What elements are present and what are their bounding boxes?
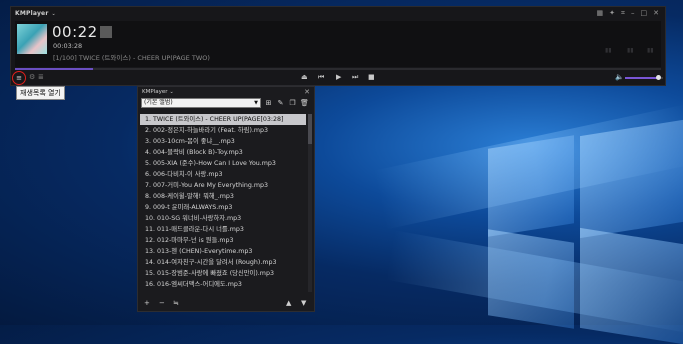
playlist-brand: KMPlayer — [142, 89, 168, 95]
playlist-item[interactable]: 7. 007-거미-You Are My Everything.mp3 — [140, 180, 306, 191]
tooltip: 재생목록 열기 — [16, 86, 65, 100]
eject-icon[interactable]: ⏏ — [301, 73, 308, 81]
app-brand: KMPlayer — [15, 10, 49, 17]
move-up-icon[interactable]: ▲ — [286, 299, 291, 307]
ghost-icon: ▮▮ — [605, 47, 612, 54]
playlist-item[interactable]: 16. 016-엠씨더맥스-어디에도.mp3 — [140, 279, 306, 290]
playlist-open-button[interactable]: ≡ — [12, 71, 26, 85]
volume-knob[interactable] — [656, 75, 661, 80]
add-icon[interactable]: + — [144, 299, 150, 307]
previous-icon[interactable]: ⏮ — [318, 73, 324, 82]
playlist-item[interactable]: 3. 003-10cm-봄이 좋냐__.mp3 — [140, 136, 306, 147]
playlist-item[interactable]: 15. 015-장범준-사랑에 빠졌죠 (당신만이).mp3 — [140, 268, 306, 279]
scrollbar-thumb[interactable] — [308, 114, 312, 144]
ghost-icon: ▮▮ — [647, 47, 654, 54]
close-icon[interactable]: ✕ — [304, 88, 314, 96]
seek-bar[interactable] — [15, 68, 661, 70]
minimize-icon[interactable]: – — [631, 9, 635, 18]
ghost-icon: ▮▮ — [627, 47, 634, 54]
scrollbar[interactable] — [308, 114, 312, 292]
move-down-icon[interactable]: ▼ — [301, 299, 306, 307]
maximize-icon[interactable]: □ — [641, 9, 648, 18]
playlist-item[interactable]: 5. 005-XIA (준수)-How Can I Love You.mp3 — [140, 158, 306, 169]
player-titlebar[interactable]: KMPlayer ⌄ ▦ ✦ ⌗ – □ ✕ — [11, 7, 665, 20]
album-select-value: (기본 앨범) — [144, 98, 173, 106]
chevron-down-icon[interactable]: ⌄ — [169, 89, 173, 95]
stop-icon[interactable]: ■ — [368, 73, 375, 81]
close-icon[interactable]: ✕ — [653, 9, 659, 18]
playlist-item[interactable]: 13. 013-첸 (CHEN)-Everytime.mp3 — [140, 246, 306, 257]
time-block-icon — [99, 26, 112, 38]
playlist-item[interactable]: 11. 011-매드클라운-다시 너를.mp3 — [140, 224, 306, 235]
volume-icon[interactable]: 🔈 — [615, 73, 624, 81]
next-icon[interactable]: ⏭ — [352, 73, 358, 82]
skin-icon[interactable]: ▦ — [597, 9, 604, 18]
kmplayer-window: KMPlayer ⌄ ▦ ✦ ⌗ – □ ✕ 00:22 00:03:28 [1… — [10, 6, 666, 86]
remove-icon[interactable]: − — [159, 299, 165, 307]
playlist-item[interactable]: 4. 004-블락비 (Block B)-Toy.mp3 — [140, 147, 306, 158]
windows-logo-pane — [580, 227, 683, 344]
playlist-item[interactable]: 14. 014-여자친구-시간을 달려서 (Rough).mp3 — [140, 257, 306, 268]
copy-icon[interactable]: ❐ — [288, 99, 297, 107]
windows-logo-pane — [488, 135, 574, 237]
tools-icon[interactable]: ⌗ — [621, 9, 625, 18]
playlist-window: KMPlayer ⌄ ✕ (기본 앨범) ▼ ⊞ ✎ ❐ 🗑 1. TWICE (… — [137, 86, 315, 312]
chevron-down-icon: ▼ — [254, 99, 258, 106]
playlist-item[interactable]: 12. 012-마마무-넌 is 뭔들.mp3 — [140, 235, 306, 246]
current-time-text: 00:22 — [52, 23, 98, 41]
windows-logo-pane — [580, 119, 683, 239]
seek-fill — [15, 68, 93, 70]
pin-icon[interactable]: ✦ — [609, 9, 615, 18]
playlist-items: 1. TWICE (트와이스) - CHEER UP(PAGE[03:28] 2.… — [140, 114, 306, 292]
menu-chevron-icon[interactable]: ⌄ — [51, 11, 55, 17]
volume-slider[interactable] — [625, 75, 663, 80]
playlist-item[interactable]: 8. 008-케이윌-말해! 뭐해_.mp3 — [140, 191, 306, 202]
sort-icon[interactable]: ≒ — [173, 299, 179, 307]
add-list-icon[interactable]: ⊞ — [264, 99, 273, 107]
playlist-footer: + − ≒ ▲ ▼ — [138, 297, 314, 309]
playlist-item[interactable]: 2. 002-정은지-하늘바라기 (Feat. 하림).mp3 — [140, 125, 306, 136]
duration: 00:03:28 — [53, 42, 83, 50]
current-time: 00:22 — [52, 23, 112, 41]
track-title: [1/100] TWICE (트와이스) - CHEER UP(PAGE TWO… — [53, 54, 210, 62]
album-art — [17, 24, 47, 54]
edit-icon[interactable]: ✎ — [276, 99, 285, 107]
playlist-item[interactable]: 9. 009-t 윤미래-ALWAYS.mp3 — [140, 202, 306, 213]
display-area: 00:22 00:03:28 [1/100] TWICE (트와이스) - CH… — [15, 21, 661, 67]
playlist-item[interactable]: 6. 006-다비치-이 사랑.mp3 — [140, 169, 306, 180]
playlist-item[interactable]: 10. 010-SG 워너비-사랑하자.mp3 — [140, 213, 306, 224]
settings-gear-icon[interactable]: ⚙ — [29, 73, 35, 81]
control-bar: ≡ ⚙ ≣ ⏏ ⏮ ▶ ⏭ ■ 🔈 — [11, 71, 665, 85]
windows-logo-pane — [488, 229, 574, 329]
playlist-titlebar[interactable]: KMPlayer ⌄ ✕ — [138, 87, 314, 97]
playlist-toolbar: (기본 앨범) ▼ ⊞ ✎ ❐ 🗑 — [138, 97, 314, 108]
playlist-item[interactable]: 1. TWICE (트와이스) - CHEER UP(PAGE[03:28] — [140, 114, 306, 125]
play-icon[interactable]: ▶ — [336, 73, 341, 81]
delete-icon[interactable]: 🗑 — [300, 99, 309, 107]
volume-fill — [625, 77, 659, 79]
option-icon[interactable]: ≣ — [38, 73, 44, 81]
album-select[interactable]: (기본 앨범) ▼ — [141, 97, 261, 108]
